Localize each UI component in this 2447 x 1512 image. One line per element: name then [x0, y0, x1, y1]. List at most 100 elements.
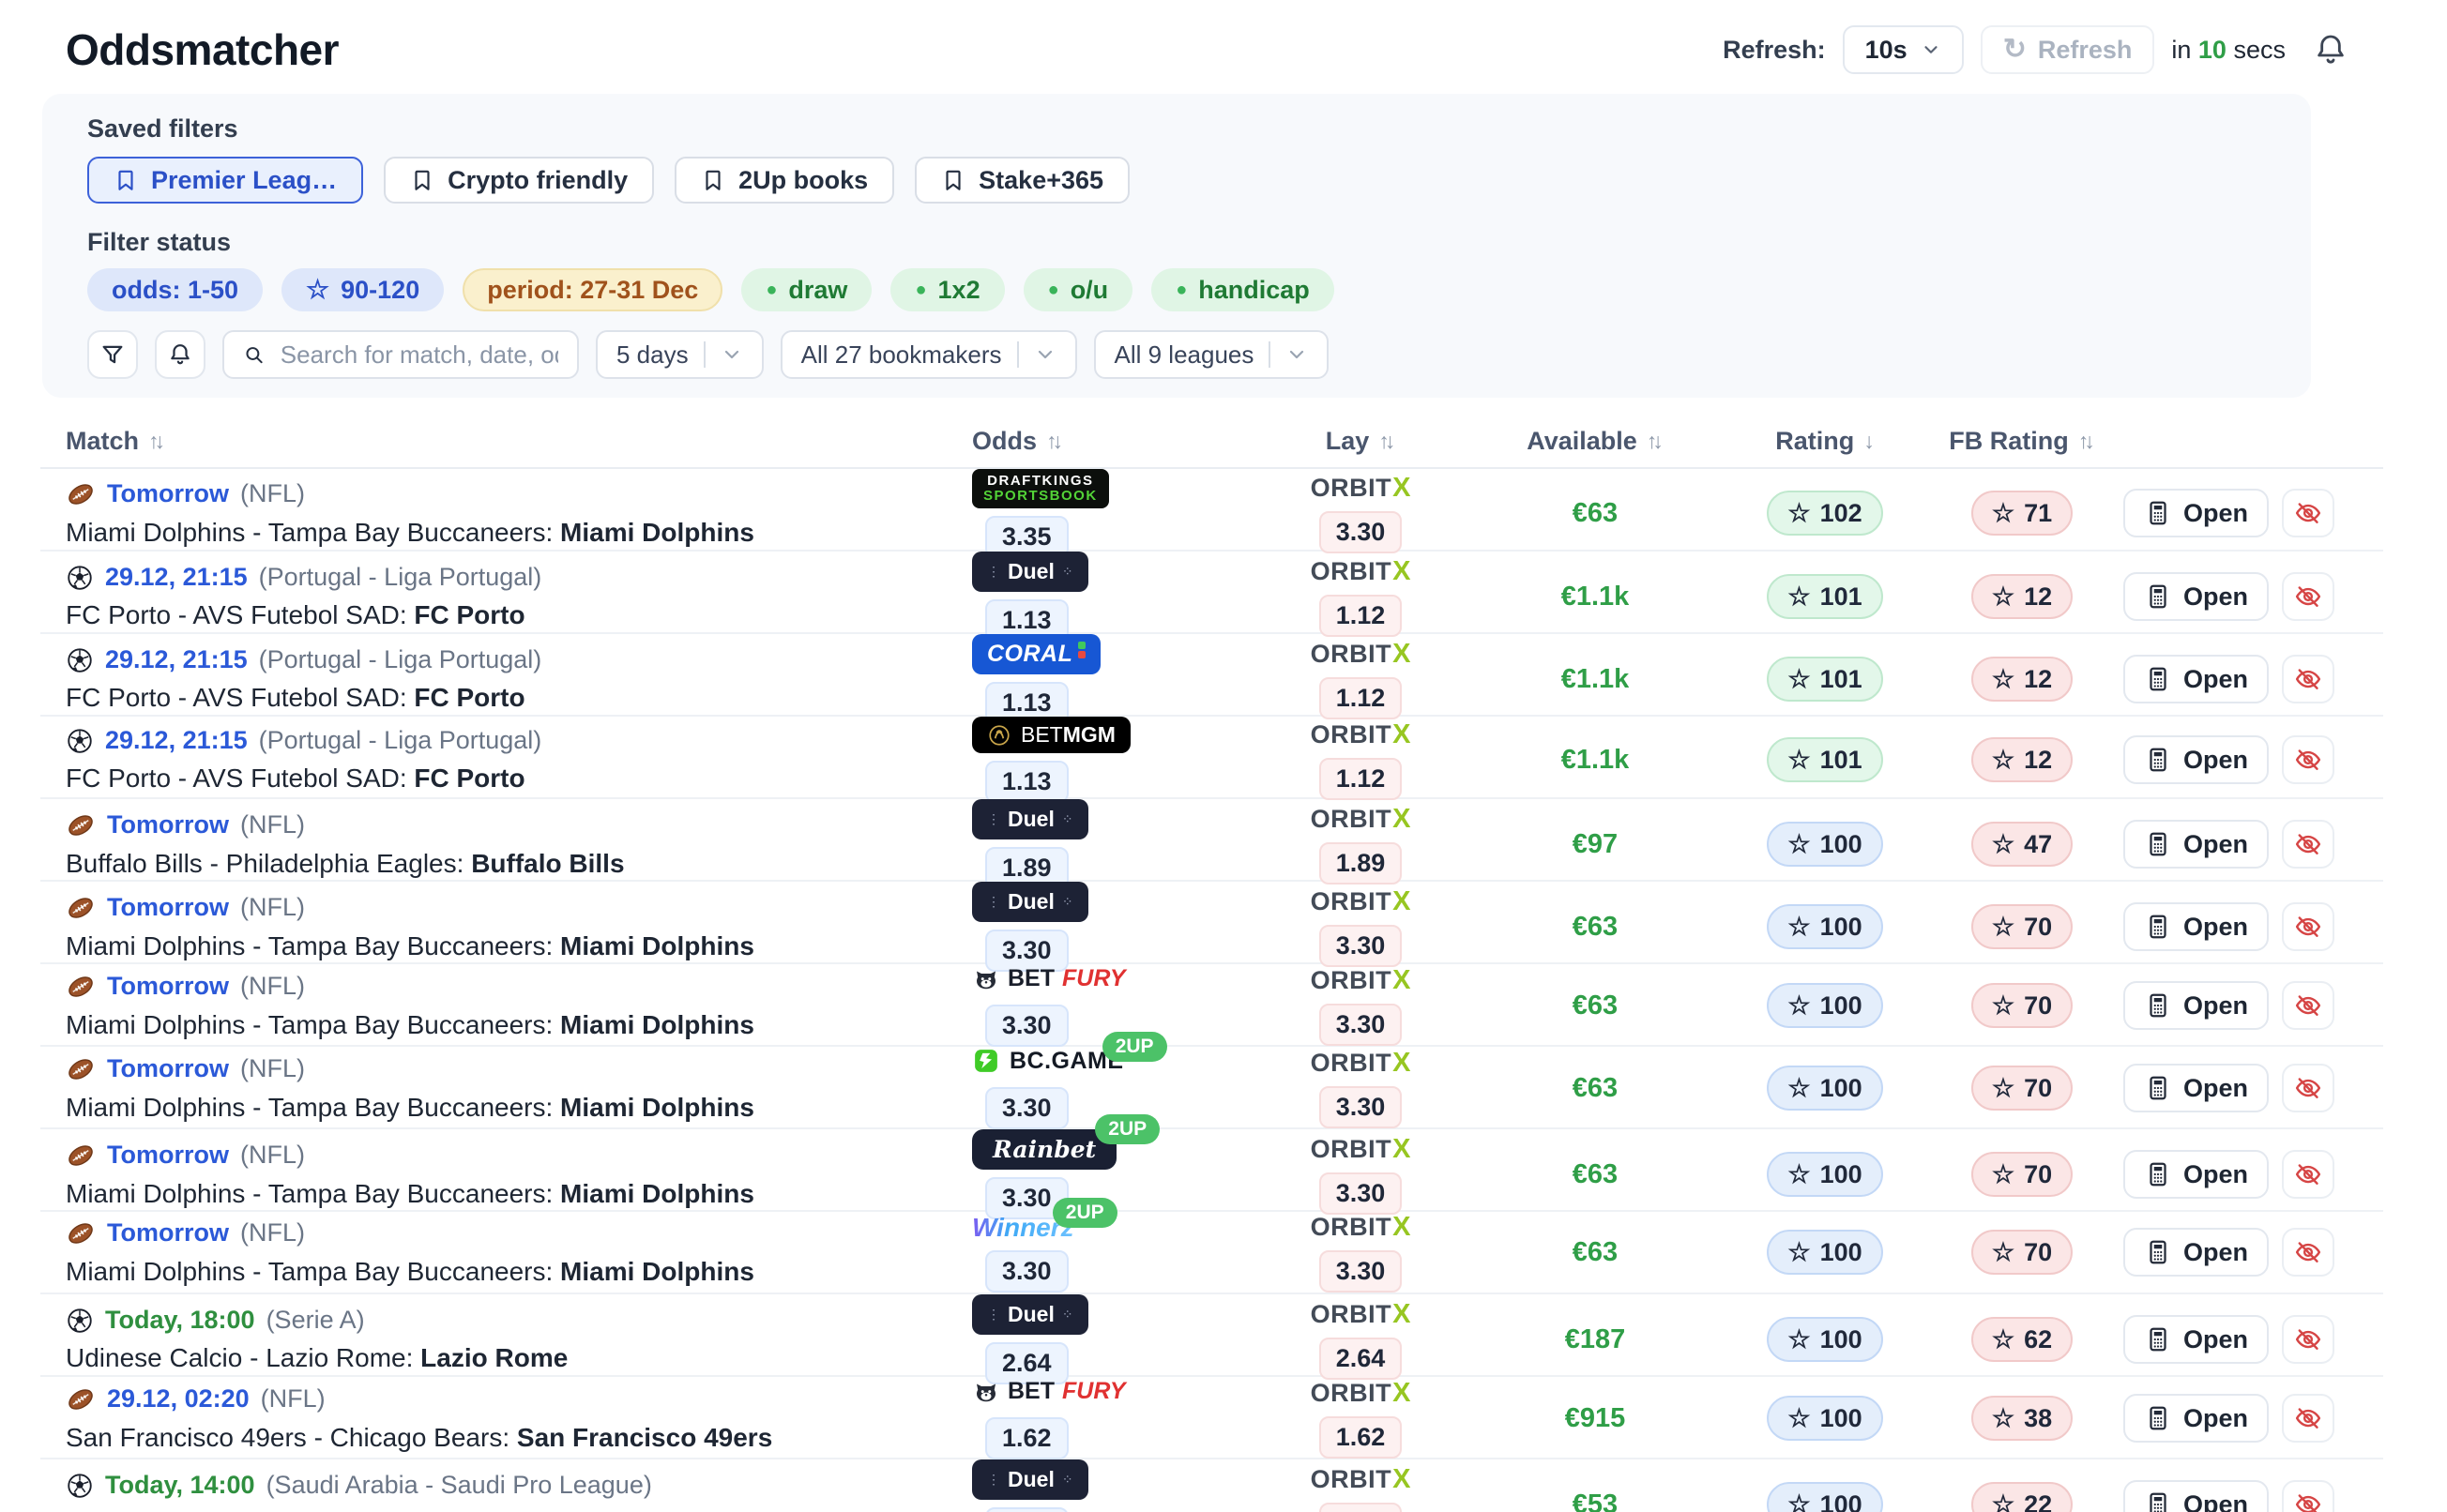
filters-panel: Saved filters Premier Leag…Crypto friend… [42, 94, 2311, 398]
match-date-link[interactable]: Today, 14:00 [105, 1471, 255, 1500]
filter-chip-1[interactable]: ☆90-120 [281, 268, 444, 311]
filter-chip-5[interactable]: ●o/u [1024, 268, 1133, 311]
page-title: Oddsmatcher [66, 24, 339, 75]
open-calculator-button[interactable]: Open [2123, 489, 2269, 537]
column-header-lay[interactable]: Lay↑↓ [1257, 427, 1464, 456]
filter-chip-4[interactable]: ●1x2 [890, 268, 1004, 311]
lay-cell: ORBITX 1.12 [1257, 634, 1464, 724]
match-date-link[interactable]: Tomorrow [107, 1141, 229, 1170]
match-date-link[interactable]: Tomorrow [107, 810, 229, 839]
match-teams: Al Qadsiah - Damac FC: Al Qadsiah [66, 1508, 966, 1512]
saved-filter-button-0[interactable]: Premier Leag… [87, 157, 363, 204]
filter-chip-3[interactable]: ●draw [741, 268, 872, 311]
hide-row-button[interactable] [2282, 902, 2334, 951]
column-header-available[interactable]: Available↑↓ [1464, 427, 1726, 456]
match-date-link[interactable]: 29.12, 21:15 [105, 645, 248, 674]
rating-cell: ☆101 [1726, 634, 1923, 724]
available-amount: €63 [1464, 882, 1726, 972]
calculator-icon [2144, 991, 2172, 1020]
filter-chip-2[interactable]: period: 27-31 Dec [463, 268, 722, 311]
saved-filter-button-3[interactable]: Stake+365 [915, 157, 1130, 204]
match-date-link[interactable]: 29.12, 21:15 [105, 563, 248, 592]
column-header-fb-rating[interactable]: FB Rating↑↓ [1923, 427, 2120, 456]
filter-status-label: Filter status [87, 228, 2273, 257]
open-button-label: Open [2183, 1325, 2248, 1354]
hide-row-button[interactable] [2282, 1064, 2334, 1112]
filter-chip-6[interactable]: ●handicap [1151, 268, 1334, 311]
refresh-button[interactable]: ↻ Refresh [1981, 25, 2155, 74]
match-pick: Miami Dolphins [560, 1257, 754, 1286]
fb-rating-cell: ☆70 [1923, 1047, 2120, 1129]
match-pick: FC Porto [414, 764, 524, 793]
rating-value: 101 [1820, 746, 1862, 775]
match-teams: FC Porto - AVS Futebol SAD: FC Porto [66, 764, 966, 794]
saved-filter-button-1[interactable]: Crypto friendly [384, 157, 654, 204]
actions-cell: Open [2120, 1377, 2383, 1459]
column-header-rating[interactable]: Rating↓ [1726, 427, 1923, 456]
alerts-bell-button[interactable] [155, 330, 205, 379]
bookmaker-logo-orbitx: ORBITX [1311, 1464, 1411, 1495]
filter-funnel-button[interactable] [87, 330, 138, 379]
match-date-link[interactable]: Tomorrow [107, 1218, 229, 1247]
eye-off-icon [2294, 665, 2322, 693]
rating-cell: ☆100 [1726, 1047, 1923, 1129]
match-date-link[interactable]: Tomorrow [107, 479, 229, 508]
open-calculator-button[interactable]: Open [2123, 1064, 2269, 1112]
fb-rating-value: 70 [2024, 913, 2052, 942]
lay-odds-value: 3.30 [1319, 1086, 1403, 1128]
open-calculator-button[interactable]: Open [2123, 902, 2269, 951]
hide-row-button[interactable] [2282, 1315, 2334, 1364]
bookmakers-select[interactable]: All 27 bookmakers [781, 330, 1077, 379]
match-date-link[interactable]: 29.12, 02:20 [107, 1384, 250, 1414]
days-select[interactable]: 5 days [596, 330, 764, 379]
hide-row-button[interactable] [2282, 735, 2334, 784]
hide-row-button[interactable] [2282, 489, 2334, 537]
match-date-link[interactable]: 29.12, 21:15 [105, 726, 248, 755]
lay-cell: ORBITX 3.30 [1257, 1212, 1464, 1293]
filter-chip-0[interactable]: odds: 1-50 [87, 268, 263, 311]
hide-row-button[interactable] [2282, 572, 2334, 621]
notifications-bell-icon[interactable] [2312, 31, 2349, 68]
column-header-odds[interactable]: Odds↑↓ [966, 427, 1257, 456]
hide-row-button[interactable] [2282, 981, 2334, 1030]
match-date-link[interactable]: Tomorrow [107, 972, 229, 1001]
hide-row-button[interactable] [2282, 1150, 2334, 1199]
hide-row-button[interactable] [2282, 1480, 2334, 1512]
bookmaker-logo-rainbet: Rainbet2UP [972, 1129, 1117, 1170]
bookmark-icon [941, 168, 965, 192]
open-calculator-button[interactable]: Open [2123, 1394, 2269, 1443]
rating-value: 100 [1820, 1490, 1862, 1512]
open-calculator-button[interactable]: Open [2123, 1480, 2269, 1512]
hide-row-button[interactable] [2282, 1228, 2334, 1277]
match-pick: Miami Dolphins [560, 1179, 754, 1208]
match-date-link[interactable]: Tomorrow [107, 1054, 229, 1083]
leagues-select[interactable]: All 9 leagues [1094, 330, 1330, 379]
open-calculator-button[interactable]: Open [2123, 1150, 2269, 1199]
saved-filter-button-2[interactable]: 2Up books [675, 157, 894, 204]
star-icon: ☆ [1992, 1325, 2014, 1354]
bookmaker-logo-duel: ⋮Duel⁘ [972, 1294, 1088, 1335]
filter-chips-row: odds: 1-50 ☆90-120 period: 27-31 Dec ●draw ●… [87, 268, 2273, 311]
open-calculator-button[interactable]: Open [2123, 572, 2269, 621]
open-calculator-button[interactable]: Open [2123, 820, 2269, 869]
star-icon: ☆ [1992, 830, 2014, 859]
match-date-link[interactable]: Tomorrow [107, 893, 229, 922]
column-header-match[interactable]: Match↑↓ [40, 427, 966, 456]
sort-icon: ↑↓ [2078, 429, 2095, 454]
rating-value: 101 [1820, 665, 1862, 694]
search-input[interactable] [281, 340, 558, 370]
open-calculator-button[interactable]: Open [2123, 655, 2269, 703]
star-icon: ☆ [1992, 582, 2014, 612]
odds-table-body: Tomorrow (NFL) Miami Dolphins - Tampa Ba… [0, 469, 2447, 1512]
actions-cell: Open [2120, 1459, 2383, 1512]
open-calculator-button[interactable]: Open [2123, 1228, 2269, 1277]
hide-row-button[interactable] [2282, 820, 2334, 869]
refresh-interval-select[interactable]: 10s [1843, 25, 1964, 74]
open-calculator-button[interactable]: Open [2123, 735, 2269, 784]
fb-rating-cell: ☆47 [1923, 799, 2120, 889]
open-calculator-button[interactable]: Open [2123, 981, 2269, 1030]
match-date-link[interactable]: Today, 18:00 [105, 1306, 255, 1335]
hide-row-button[interactable] [2282, 655, 2334, 703]
hide-row-button[interactable] [2282, 1394, 2334, 1443]
open-calculator-button[interactable]: Open [2123, 1315, 2269, 1364]
